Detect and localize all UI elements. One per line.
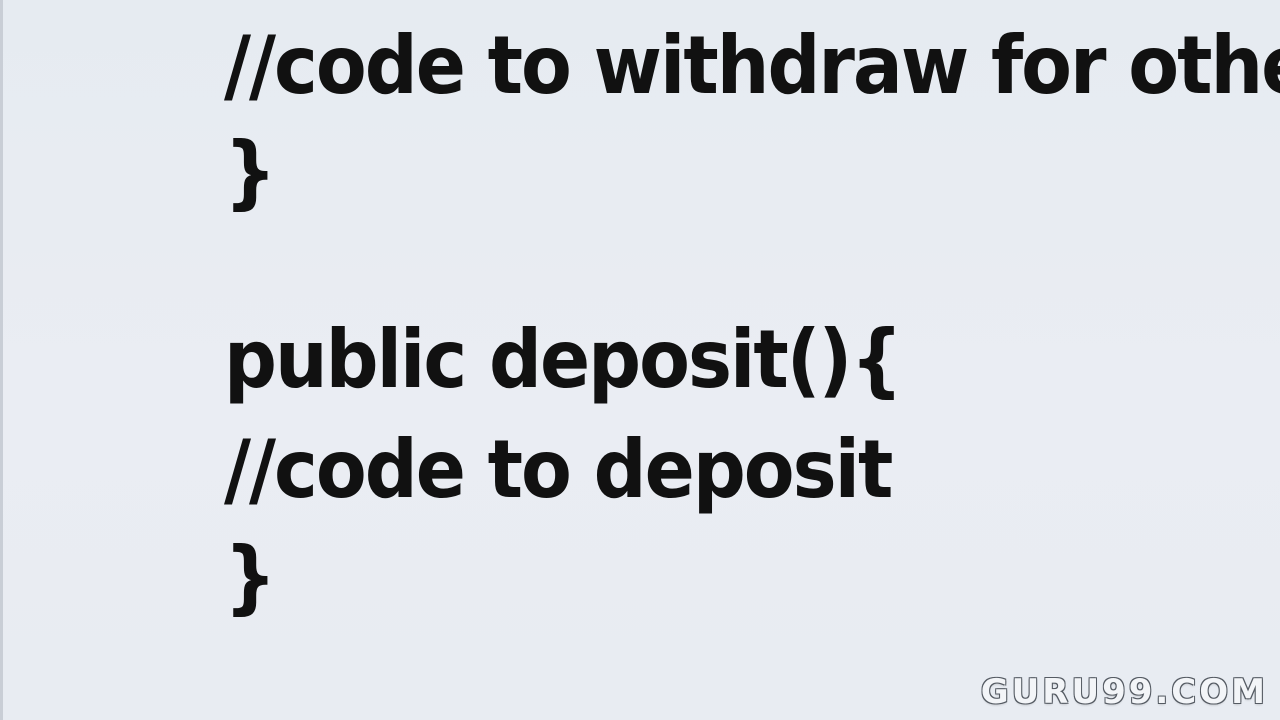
left-border — [0, 0, 3, 720]
code-line-closing-brace-1: } — [224, 125, 277, 219]
site-watermark: GURU99.COM — [980, 672, 1268, 712]
code-line-withdraw-comment: //code to withdraw for other — [224, 19, 1280, 113]
code-line-deposit-comment: //code to deposit — [224, 423, 893, 517]
code-line-closing-brace-2: } — [224, 530, 277, 624]
code-line-deposit-method: public deposit(){ — [224, 313, 903, 407]
code-slide: //code to withdraw for other } public de… — [0, 0, 1280, 720]
